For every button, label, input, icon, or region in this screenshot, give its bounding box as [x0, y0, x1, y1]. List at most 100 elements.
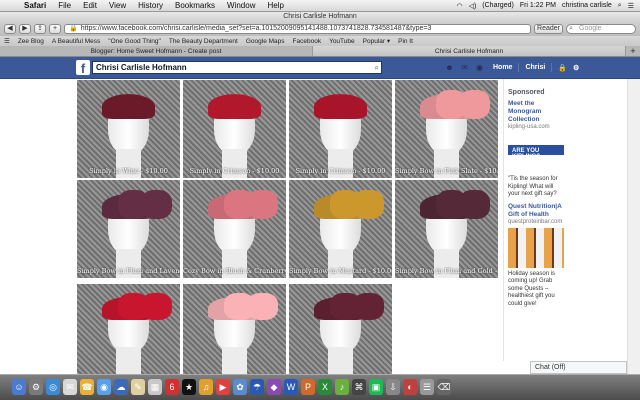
bookmark-beauty-department[interactable]: The Beauty Department [169, 38, 238, 45]
search-icon: ⌕ [569, 25, 573, 32]
lock-icon: 🔒 [69, 25, 78, 32]
dock-app-icon[interactable]: ☎ [80, 379, 94, 395]
dock-app-icon[interactable]: ✿ [233, 379, 247, 395]
dock-app-icon[interactable]: ⇩ [386, 379, 400, 395]
album-photo[interactable] [289, 284, 392, 374]
photo-caption: Simply in Wine - $10.00 [89, 167, 168, 175]
dock-app-icon[interactable]: ♪ [335, 379, 349, 395]
menu-view[interactable]: View [103, 1, 132, 10]
bookmark-zee-blog[interactable]: Zee Blog [18, 38, 44, 45]
album-photo[interactable]: Cozy Bow in Blush & Cranberry - $10.00 [183, 180, 286, 278]
clock[interactable]: Fri 1:22 PM [520, 2, 556, 9]
dock-app-icon[interactable]: X [318, 379, 332, 395]
bookmark-facebook[interactable]: Facebook [293, 38, 322, 45]
menu-help[interactable]: Help [261, 1, 289, 10]
album-photo[interactable]: Simply Bow in Plum and Lavender - $10.00 [77, 180, 180, 278]
menu-file[interactable]: File [52, 1, 77, 10]
bookmark-youtube[interactable]: YouTube [329, 38, 355, 45]
wifi-icon[interactable]: ◠ [456, 2, 462, 10]
dock-app-icon[interactable]: ☁ [114, 379, 128, 395]
user-menu[interactable]: christina carlisle [562, 2, 612, 9]
dock-app-icon[interactable]: ⌘ [352, 379, 366, 395]
forward-button[interactable]: ▶ [19, 24, 31, 34]
share-button[interactable]: ⇪ [34, 24, 46, 34]
friend-requests-icon[interactable]: ☻ [445, 63, 454, 72]
sponsored-sidebar: Sponsored Meet the Monogram Collection k… [503, 79, 627, 361]
settings-icon[interactable]: ⚙ [573, 64, 579, 72]
album-photo[interactable]: Simply Bow in Pink Slate - $10.00 [395, 80, 498, 178]
dock-app-icon[interactable]: W [284, 379, 298, 395]
album-photo[interactable]: Simply in Crimson - $10.00 [289, 80, 392, 178]
dock-app-icon[interactable]: ☂ [250, 379, 264, 395]
dock-app-icon[interactable]: ▦ [148, 379, 162, 395]
privacy-icon[interactable]: 🔒 [558, 64, 567, 72]
menu-edit[interactable]: Edit [77, 1, 103, 10]
dock-app-icon[interactable]: ▣ [369, 379, 383, 395]
album-photo[interactable] [183, 284, 286, 374]
dock-app-icon[interactable]: 6 [165, 379, 179, 395]
chat-label: Chat (Off) [535, 364, 566, 371]
nav-home[interactable]: Home [493, 64, 512, 71]
photo-caption: Simply in Crimson - $10.00 [189, 167, 280, 175]
dock-app-icon[interactable]: ▶ [216, 379, 230, 395]
notifications-icon[interactable]: ◉ [475, 63, 484, 72]
dock-app-icon[interactable]: ♫ [199, 379, 213, 395]
ad-quest[interactable]: Quest Nutrition|A Gift of Health questpr… [504, 199, 566, 309]
battery-status[interactable]: (Charged) [482, 2, 514, 9]
dock-app-icon[interactable]: P [301, 379, 315, 395]
nav-profile[interactable]: Chrisi [525, 64, 545, 71]
album-photo[interactable]: Simply in Wine - $10.00 [77, 80, 180, 178]
bookmarks-list-icon[interactable]: ☰ [4, 37, 10, 45]
dock-app-icon[interactable]: ◎ [46, 379, 60, 395]
bow-right [246, 293, 278, 320]
dock-app-icon[interactable]: ★ [182, 379, 196, 395]
menu-history[interactable]: History [132, 1, 169, 10]
new-tab-button[interactable]: + [626, 46, 640, 56]
dock-app-icon[interactable]: ⚙ [29, 379, 43, 395]
menu-bookmarks[interactable]: Bookmarks [169, 1, 221, 10]
spotlight-icon[interactable]: ⌕ [618, 2, 622, 10]
dock-app-icon[interactable]: ☰ [420, 379, 434, 395]
dock-app-icon[interactable]: ⌫ [437, 379, 451, 395]
messages-icon[interactable]: ✉ [460, 63, 469, 72]
search-field[interactable]: ⌕ Google [566, 24, 636, 34]
bookmark-pin-it[interactable]: Pin It [398, 38, 413, 45]
add-bookmark-button[interactable]: + [49, 24, 61, 34]
dock-app-icon[interactable]: ◐ [403, 379, 417, 395]
album-photo[interactable] [77, 284, 180, 374]
facebook-logo-icon[interactable]: f [76, 60, 90, 76]
bookmark-popular[interactable]: Popular ▾ [363, 37, 390, 45]
dock-app-icon[interactable]: ✎ [131, 379, 145, 395]
album-photo[interactable]: Simply in Crimson - $10.00 [183, 80, 286, 178]
album-photo[interactable]: Simply Bow in Mustard - $10.00 [289, 180, 392, 278]
bookmark-google-maps[interactable]: Google Maps [246, 38, 285, 45]
search-icon[interactable]: ⌕ [375, 62, 379, 73]
scrollbar[interactable] [627, 79, 640, 374]
dock-app-icon[interactable]: ☺ [12, 379, 26, 395]
volume-icon[interactable]: ◁) [469, 2, 477, 10]
ad-title[interactable]: Meet the Monogram Collection [508, 100, 566, 124]
bookmark-beautiful-mess[interactable]: A Beautiful Mess [52, 38, 100, 45]
tab-blogger[interactable]: Blogger: Home Sweet Hofmann - Create pos… [0, 46, 313, 56]
bookmark-one-good-thing[interactable]: "One Good Thing" [108, 38, 161, 45]
dock-app-icon[interactable]: ✉ [63, 379, 77, 395]
dock-app-icon[interactable]: ◉ [97, 379, 111, 395]
menu-window[interactable]: Window [221, 1, 261, 10]
album-photo[interactable]: Simply Bow in Plum and Gold - $10.00 [395, 180, 498, 278]
notifications-list-icon[interactable]: ☰ [628, 2, 634, 10]
ad-kipling[interactable]: Meet the Monogram Collection kipling-usa… [504, 96, 566, 199]
back-button[interactable]: ◀ [4, 24, 16, 34]
menu-app[interactable]: Safari [18, 1, 52, 10]
ad-image[interactable]: ARE YOU KIPLING? [508, 133, 564, 173]
ad-title[interactable]: Quest Nutrition|A Gift of Health [508, 203, 566, 219]
ad-image[interactable] [508, 227, 564, 268]
address-bar[interactable]: 🔒 https://www.facebook.com/chrisi.carlis… [64, 24, 532, 34]
bow-right [458, 89, 490, 120]
reader-button[interactable]: Reader [534, 24, 563, 34]
dock-app-icon[interactable]: ◆ [267, 379, 281, 395]
tab-facebook-profile[interactable]: Chrisi Carlisle Hofmann [313, 46, 626, 56]
sponsored-heading: Sponsored [508, 89, 545, 96]
facebook-search-input[interactable]: Chrisi Carlisle Hofmann ⌕ [92, 61, 382, 74]
ad-image-text: ARE YOU KIPLING? [512, 148, 540, 160]
chat-bar[interactable]: Chat (Off) [530, 361, 627, 374]
